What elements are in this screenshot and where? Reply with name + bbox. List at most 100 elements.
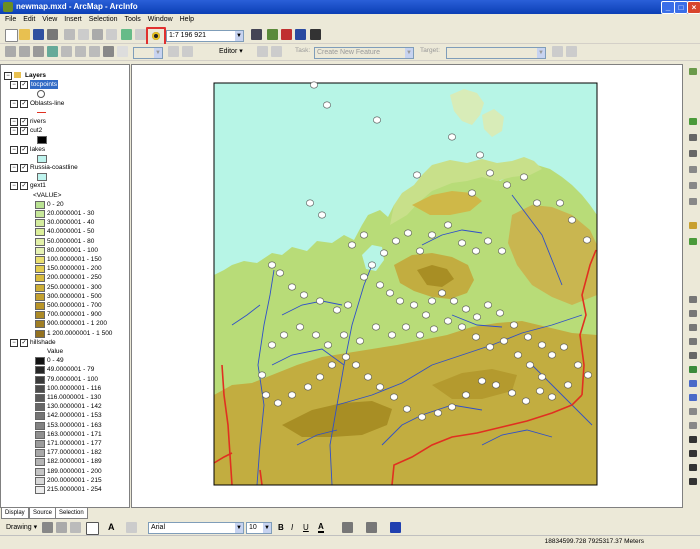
editor-menu[interactable]: Editor ▾ xyxy=(219,47,243,55)
paste-icon[interactable] xyxy=(92,29,103,40)
pan-hand-icon[interactable] xyxy=(689,352,697,359)
toc-layer-lakes[interactable]: − ✓ lakes xyxy=(1,145,129,154)
expand-icon[interactable]: − xyxy=(10,182,18,191)
visibility-checkbox[interactable]: ✓ xyxy=(20,182,28,191)
full-extent-icon[interactable] xyxy=(689,366,697,373)
split-tool-icon[interactable] xyxy=(552,46,563,57)
toc-layer-tocpoints[interactable]: − ✓ tocpoints xyxy=(1,80,129,90)
rotate-tool-icon[interactable] xyxy=(566,46,577,57)
expand-icon[interactable]: − xyxy=(10,145,18,154)
visibility-checkbox[interactable]: ✓ xyxy=(20,118,28,126)
print-icon[interactable] xyxy=(47,29,58,40)
editor-toolbar-icon[interactable] xyxy=(251,29,262,40)
fixed-zoom-out-icon[interactable] xyxy=(689,338,697,345)
cut-icon[interactable] xyxy=(64,29,75,40)
task-dropdown[interactable]: Create New Feature ▼ xyxy=(314,47,414,59)
select-features-icon[interactable] xyxy=(103,46,114,57)
tool-icon[interactable] xyxy=(689,182,697,189)
toc-layer-rivers[interactable]: − ✓ rivers xyxy=(1,117,129,126)
toc-layer-cut2[interactable]: − ✓ cut2 xyxy=(1,126,129,136)
font-dropdown[interactable]: Arial ▼ xyxy=(148,522,244,534)
menu-view[interactable]: View xyxy=(42,14,57,26)
whats-this-icon[interactable] xyxy=(310,29,321,40)
visibility-checkbox[interactable]: ✓ xyxy=(20,145,28,154)
expand-icon[interactable]: − xyxy=(10,81,18,90)
toc-layer-oblasts-line[interactable]: − ✓ Oblasts-line xyxy=(1,99,129,108)
zoom-whole-page-icon[interactable] xyxy=(70,522,81,533)
toc-layer-hillshade[interactable]: − ✓ hillshade xyxy=(1,338,129,347)
collapse-icon[interactable]: − xyxy=(4,72,12,80)
map-scale-dropdown[interactable]: 1:7 196 921 ▼ xyxy=(166,30,244,42)
zoom-in-icon[interactable] xyxy=(689,296,697,303)
tool-icon[interactable] xyxy=(689,166,697,173)
zoom-out-icon[interactable] xyxy=(19,46,30,57)
menu-help[interactable]: Help xyxy=(180,14,194,26)
measure-icon[interactable] xyxy=(689,464,697,471)
hyperlink-icon[interactable] xyxy=(689,478,697,485)
select-elements-icon[interactable] xyxy=(42,522,53,533)
maximize-button[interactable]: □ xyxy=(674,1,688,14)
tab-display[interactable]: Display xyxy=(1,507,29,519)
menu-edit[interactable]: Edit xyxy=(23,14,35,26)
map-canvas[interactable] xyxy=(132,65,682,507)
forward-extent-icon[interactable] xyxy=(89,46,100,57)
tool-icon[interactable] xyxy=(689,222,697,229)
select-elements-icon[interactable] xyxy=(117,46,128,57)
delete-icon[interactable] xyxy=(106,29,117,40)
tab-source[interactable]: Source xyxy=(29,507,57,519)
visibility-checkbox[interactable]: ✓ xyxy=(20,99,28,108)
drawing-menu[interactable]: Drawing ▾ xyxy=(6,523,37,531)
fixed-zoom-icon[interactable] xyxy=(689,324,697,331)
copy-icon[interactable] xyxy=(78,29,89,40)
layout-view-icon[interactable] xyxy=(168,46,179,57)
command-line-icon[interactable] xyxy=(295,29,306,40)
expand-icon[interactable]: − xyxy=(10,127,18,136)
font-color-icon[interactable]: A xyxy=(318,522,324,533)
tab-selection[interactable]: Selection xyxy=(55,507,88,519)
zoom-out-icon[interactable] xyxy=(689,310,697,317)
expand-icon[interactable]: − xyxy=(10,338,18,347)
redo-icon[interactable] xyxy=(135,29,146,40)
expand-icon[interactable]: − xyxy=(10,118,18,126)
layer-dropdown[interactable]: ▼ xyxy=(133,47,163,59)
fixed-zoom-icon[interactable] xyxy=(61,46,72,57)
identify-icon[interactable] xyxy=(182,46,193,57)
toc-layer-russia-coastline[interactable]: − ✓ Russia-coastline xyxy=(1,163,129,172)
tool-icon[interactable] xyxy=(689,238,697,245)
marker-color-icon[interactable] xyxy=(390,522,401,533)
map-view[interactable] xyxy=(131,64,683,508)
toc-layer-gext1[interactable]: − ✓ gext1 xyxy=(1,181,129,191)
bold-button[interactable]: B xyxy=(278,523,284,532)
fill-color-icon[interactable] xyxy=(342,522,353,533)
pan-icon[interactable] xyxy=(33,46,44,57)
expand-icon[interactable]: − xyxy=(10,164,18,172)
menu-insert[interactable]: Insert xyxy=(64,14,82,26)
forward-extent-icon[interactable] xyxy=(689,394,697,401)
tool-icon[interactable] xyxy=(689,198,697,205)
select-features-icon[interactable] xyxy=(689,408,697,415)
tool-icon[interactable] xyxy=(689,134,697,141)
visibility-checkbox[interactable]: ✓ xyxy=(20,127,28,136)
visibility-checkbox[interactable]: ✓ xyxy=(20,338,28,347)
expand-icon[interactable]: − xyxy=(10,99,18,108)
visibility-checkbox[interactable]: ✓ xyxy=(20,164,28,172)
identify-icon[interactable] xyxy=(689,436,697,443)
minimize-button[interactable]: _ xyxy=(661,1,675,14)
font-size-dropdown[interactable]: 10 ▼ xyxy=(246,522,272,534)
rotate-icon[interactable] xyxy=(56,522,67,533)
arctoolbox-icon[interactable] xyxy=(267,29,278,40)
underline-button[interactable]: U xyxy=(303,523,309,532)
select-elements-icon[interactable] xyxy=(689,422,697,429)
toc-layers-root[interactable]: − Layers xyxy=(1,71,129,80)
georeferencing-icon[interactable] xyxy=(689,68,697,75)
menu-file[interactable]: File xyxy=(5,14,16,26)
rectangle-icon[interactable] xyxy=(86,522,99,535)
find-icon[interactable] xyxy=(689,450,697,457)
back-extent-icon[interactable] xyxy=(75,46,86,57)
sketch-tool-icon[interactable] xyxy=(271,46,282,57)
tool-icon[interactable] xyxy=(689,150,697,157)
undo-icon[interactable] xyxy=(121,29,132,40)
open-folder-icon[interactable] xyxy=(19,29,30,40)
toolbox-icon[interactable] xyxy=(281,29,292,40)
visibility-checkbox[interactable]: ✓ xyxy=(20,81,28,90)
